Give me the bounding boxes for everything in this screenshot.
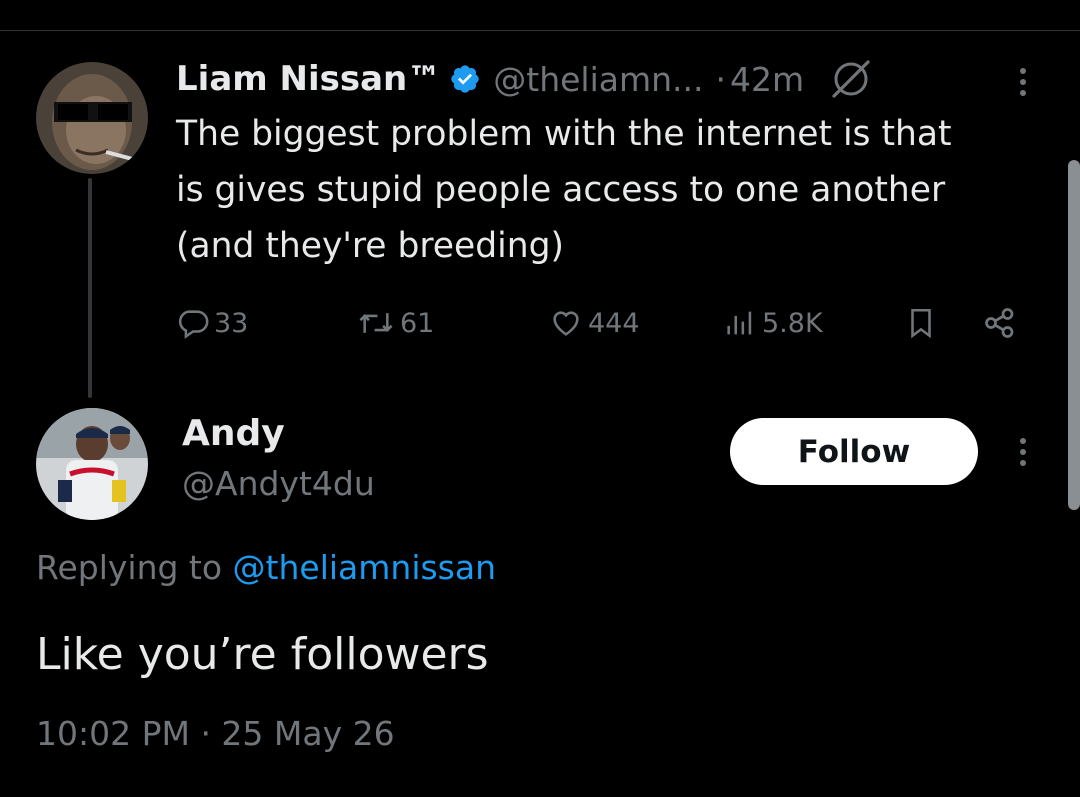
repost-count: 61 xyxy=(400,307,435,339)
bookmark-icon xyxy=(911,308,931,339)
parent-text-line: The biggest problem with the internet is… xyxy=(176,114,952,154)
parent-tweet-text: The biggest problem with the internet is… xyxy=(176,106,1046,274)
tweet-actions: 33 61 444 5.8K xyxy=(176,300,1036,346)
parent-text-line: is gives stupid people access to one ano… xyxy=(176,170,946,210)
reply-icon xyxy=(178,310,209,339)
more-icon[interactable] xyxy=(1010,62,1036,102)
parent-handle[interactable]: @theliamn... xyxy=(493,60,703,99)
follow-button[interactable]: Follow xyxy=(730,418,978,485)
reply-author: Andy @Andyt4du xyxy=(182,408,375,508)
reply-handle[interactable]: @Andyt4du xyxy=(182,460,375,508)
more-icon[interactable] xyxy=(1010,432,1036,472)
avatar-liam[interactable] xyxy=(36,62,148,174)
views-button[interactable]: 5.8K xyxy=(722,300,823,346)
share-icon xyxy=(985,308,1014,338)
reply-tweet-text: Like you’re followers xyxy=(36,629,489,680)
reply-button[interactable]: 33 xyxy=(176,300,248,346)
thread-line xyxy=(88,178,92,398)
scrollbar[interactable] xyxy=(1068,160,1080,510)
replying-prefix: Replying to xyxy=(36,548,223,587)
avatar-andy[interactable] xyxy=(36,408,148,520)
views-count: 5.8K xyxy=(762,307,823,339)
grok-icon[interactable] xyxy=(828,56,874,102)
bookmark-button[interactable] xyxy=(904,300,938,346)
share-button[interactable] xyxy=(982,300,1018,346)
top-divider xyxy=(0,30,1080,31)
repost-icon xyxy=(359,313,393,333)
verified-badge-icon xyxy=(449,63,481,95)
replying-mention-link[interactable]: @theliamnissan xyxy=(233,548,496,587)
parent-time[interactable]: 42m xyxy=(730,60,804,99)
reply-timestamp[interactable]: 10:02 PM · 25 May 26 xyxy=(36,706,395,762)
like-count: 444 xyxy=(588,307,640,339)
replying-to: Replying to @theliamnissan xyxy=(36,548,496,587)
reply-display-name[interactable]: Andy xyxy=(182,408,375,460)
reply-count: 33 xyxy=(214,307,249,339)
separator-dot: · xyxy=(715,59,727,99)
parent-tweet-header: Liam Nissan™ @theliamn... · 42m xyxy=(176,56,874,102)
views-icon xyxy=(727,311,752,335)
repost-button[interactable]: 61 xyxy=(356,300,434,346)
parent-text-line: (and they're breeding) xyxy=(176,226,564,266)
like-button[interactable]: 444 xyxy=(548,300,640,346)
parent-display-name[interactable]: Liam Nissan™ xyxy=(176,59,441,99)
heart-icon xyxy=(553,311,579,336)
